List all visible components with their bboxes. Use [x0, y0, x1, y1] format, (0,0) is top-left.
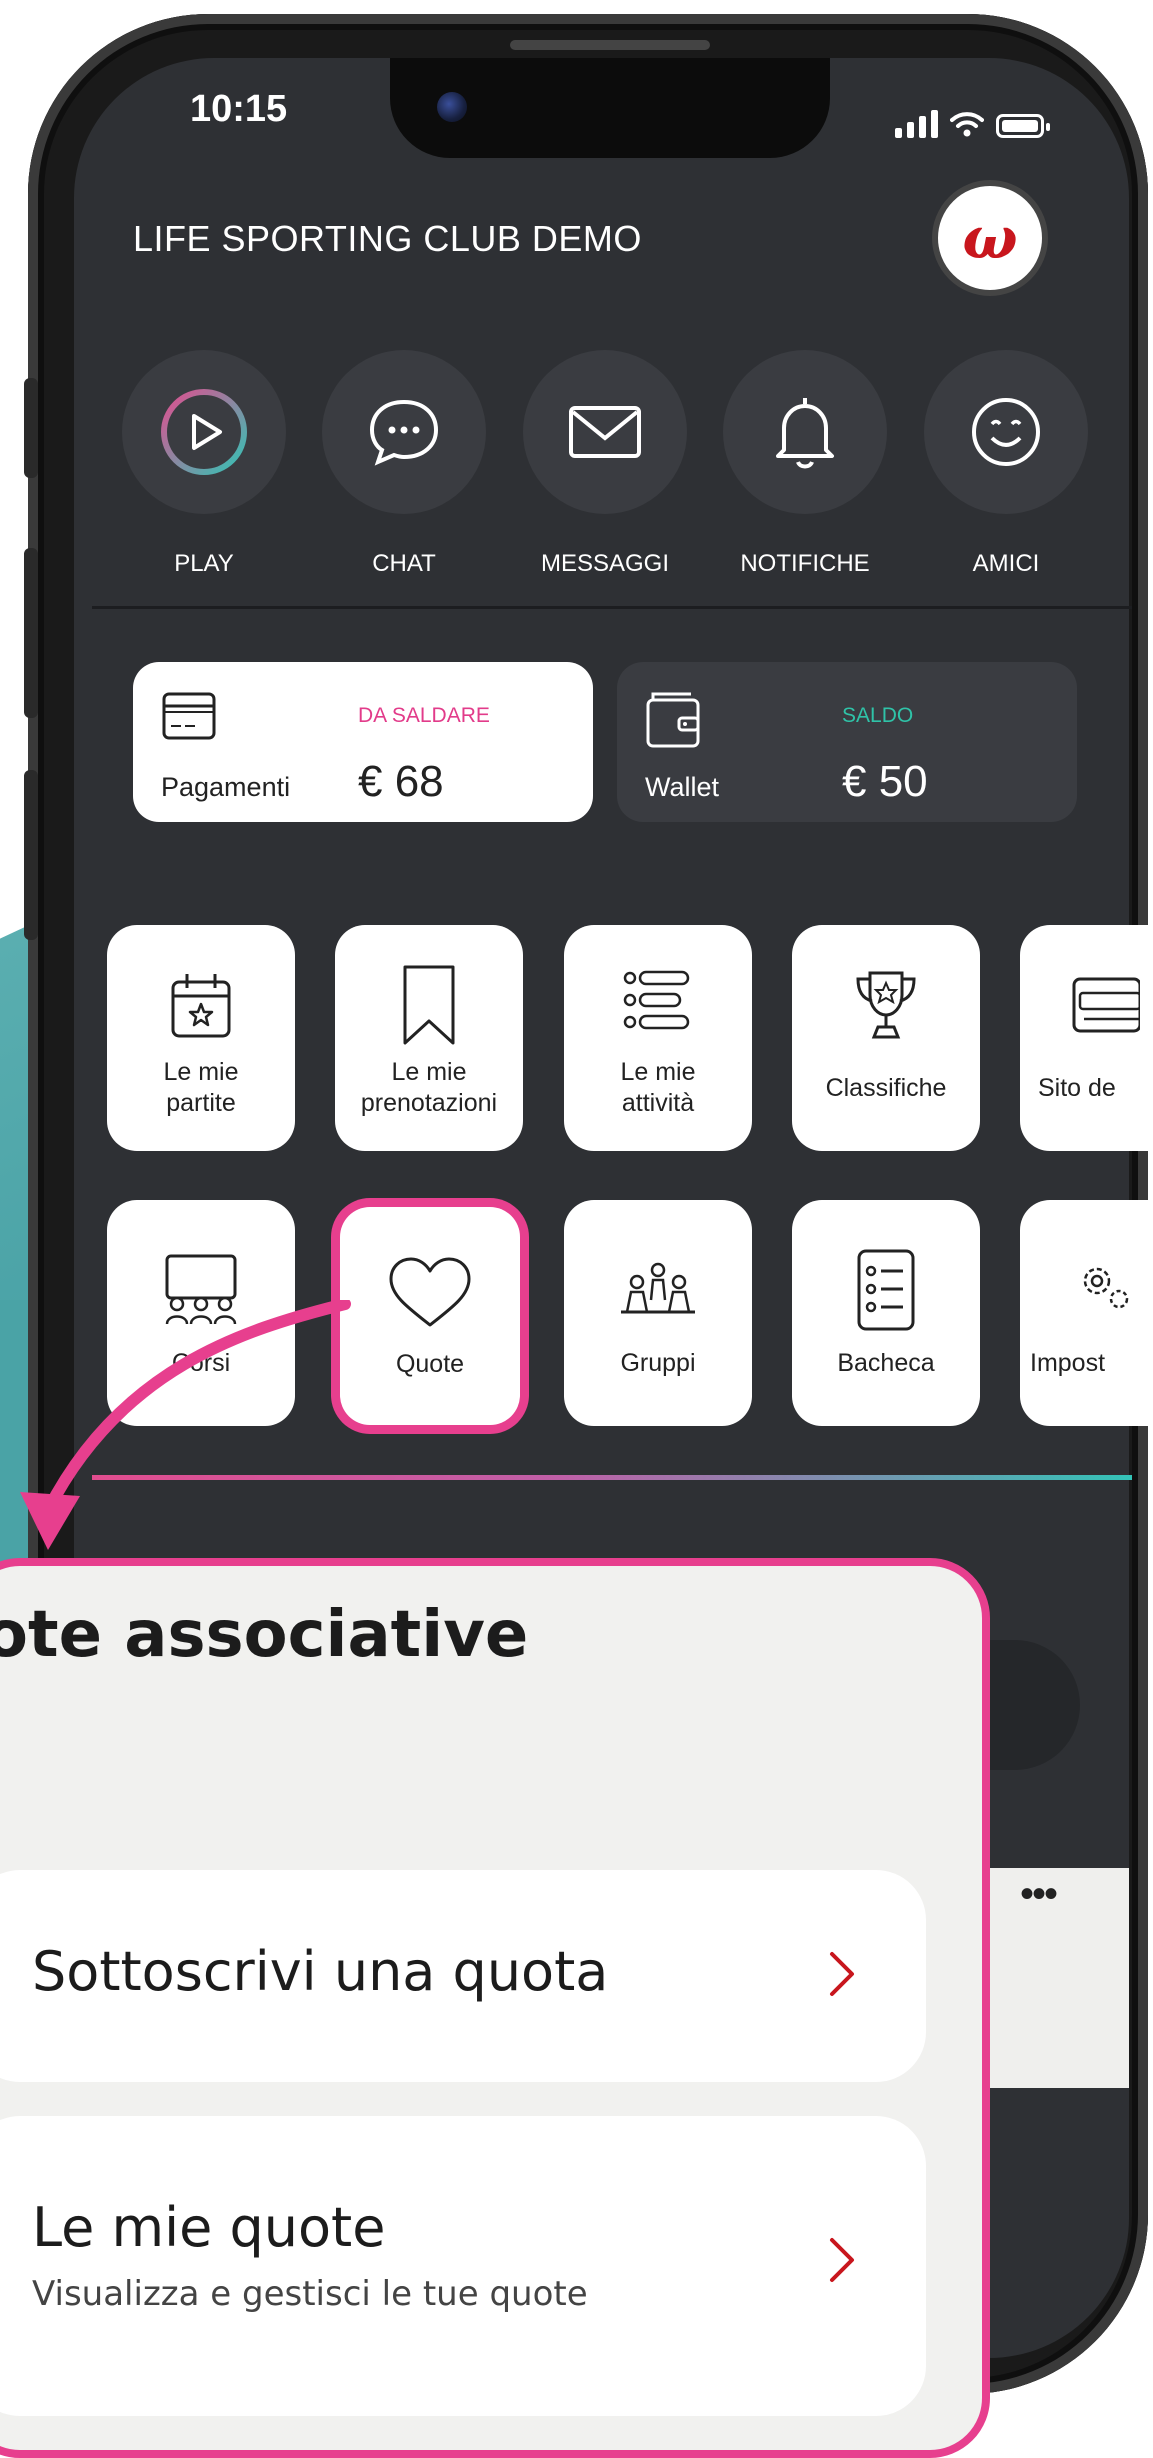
tile-label: Le mie [620, 1058, 696, 1086]
calendar-star-icon [171, 974, 231, 1038]
tile-my-activities[interactable]: Le mie attività [564, 925, 752, 1151]
list-icon [623, 970, 690, 1030]
club-logo[interactable]: ω [932, 180, 1048, 296]
heart-icon [389, 1257, 471, 1327]
quick-action-chat[interactable]: CHAT [320, 350, 488, 578]
wallet-amount: € 50 [842, 757, 928, 806]
phone-volume-down [24, 770, 38, 940]
tile-label: Le mie [391, 1058, 467, 1086]
status-icons [895, 110, 1050, 138]
tile-groups[interactable]: Gruppi [564, 1200, 752, 1426]
play-icon [161, 389, 247, 475]
subscribe-fee-item[interactable]: Sottoscrivi una quota [0, 1870, 926, 2082]
club-name: LIFE SPORTING CLUB DEMO [133, 218, 642, 259]
bookmark-icon [403, 965, 455, 1045]
tile-label: attività [621, 1089, 695, 1117]
fees-panel-title: ote associative [0, 1598, 529, 1672]
quick-action-label: NOTIFICHE [740, 550, 870, 577]
quick-action-label: AMICI [972, 550, 1040, 577]
wifi-icon [950, 112, 984, 137]
settings-icon [1083, 1267, 1129, 1309]
pointer-arrow [20, 1300, 351, 1550]
quick-action-friends[interactable]: AMICI [922, 350, 1090, 578]
tile-label: Quote [395, 1350, 465, 1378]
phone-volume-up [24, 548, 38, 718]
chevron-right-icon [830, 1952, 854, 1996]
tile-label: prenotazioni [360, 1089, 498, 1117]
tile-label: Bacheca [837, 1349, 935, 1377]
tile-label: Sito de [1038, 1074, 1116, 1102]
tile-label: Gruppi [620, 1349, 696, 1377]
envelope-icon [569, 406, 641, 458]
section-divider [92, 606, 1132, 609]
trophy-icon [856, 971, 916, 1039]
tile-label: partite [166, 1089, 236, 1117]
quick-action-label: MESSAGGI [540, 550, 670, 577]
chat-bubble-icon [369, 399, 439, 466]
more-dots-icon[interactable]: ••• [1020, 1872, 1058, 1917]
payments-label: Pagamenti [161, 772, 291, 802]
bell-icon [776, 398, 834, 469]
payments-tag: DA SALDARE [358, 704, 490, 727]
tile-label: Impost [1030, 1349, 1106, 1377]
tile-rankings[interactable]: Classifiche [792, 925, 980, 1151]
phone-mute-switch [24, 378, 38, 478]
quick-action-messages[interactable]: MESSAGGI [521, 350, 689, 578]
wallet-tag: SALDO [842, 704, 914, 727]
board-icon [857, 1249, 915, 1331]
tile-my-bookings[interactable]: Le mie prenotazioni [335, 925, 523, 1151]
earpiece [510, 40, 710, 50]
tile-fees[interactable]: Quote [340, 1207, 520, 1425]
item-title: Sottoscrivi una quota [32, 1940, 609, 2003]
wallet-label: Wallet [645, 772, 720, 802]
quick-action-play[interactable]: PLAY [120, 350, 288, 578]
quick-action-notifications[interactable]: NOTIFICHE [721, 350, 889, 578]
item-title: Le mie quote [32, 2196, 386, 2259]
credit-card-icon [162, 692, 216, 740]
tile-my-matches[interactable]: Le mie partite [107, 925, 295, 1151]
my-fees-item[interactable]: Le mie quote Visualizza e gestisci le tu… [0, 2116, 926, 2416]
status-time: 10:15 [190, 88, 288, 130]
quick-action-label: CHAT [372, 550, 436, 577]
front-camera [437, 92, 467, 122]
wallet-card[interactable]: Wallet SALDO € 50 [617, 662, 1077, 822]
payments-amount: € 68 [358, 757, 444, 806]
battery-icon [996, 114, 1050, 138]
tile-label: Le mie [163, 1058, 239, 1086]
signal-icon [895, 110, 938, 138]
item-subtitle: Visualizza e gestisci le tue quote [32, 2274, 588, 2314]
smiley-icon [972, 398, 1040, 466]
website-icon [1072, 977, 1140, 1033]
wallet-icon [646, 692, 700, 748]
quick-action-label: PLAY [174, 550, 234, 577]
tile-board[interactable]: Bacheca [792, 1200, 980, 1426]
payments-card[interactable]: Pagamenti DA SALDARE € 68 [133, 662, 593, 822]
chevron-right-icon [830, 2238, 854, 2282]
tile-label: Classifiche [825, 1074, 947, 1102]
tile-settings[interactable]: Impost [1020, 1200, 1150, 1426]
tile-website[interactable]: Sito de [1020, 925, 1150, 1151]
group-icon [621, 1262, 695, 1314]
